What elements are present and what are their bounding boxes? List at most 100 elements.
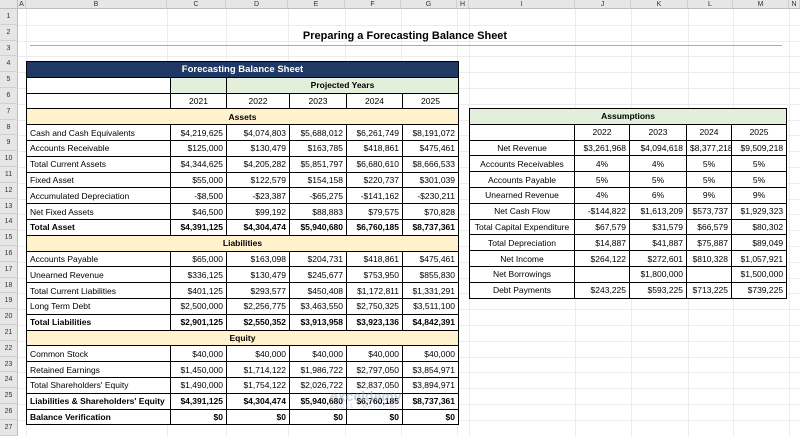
- row-header[interactable]: 4: [0, 56, 18, 73]
- value-cell[interactable]: 4%: [574, 155, 630, 173]
- value-cell[interactable]: $855,830: [402, 266, 459, 284]
- year-header[interactable]: 2023: [629, 123, 687, 141]
- value-cell[interactable]: $204,731: [289, 250, 347, 268]
- row-label[interactable]: Total Shareholders' Equity: [26, 376, 171, 394]
- value-cell[interactable]: $8,737,361: [402, 218, 459, 236]
- value-cell[interactable]: $4,842,391: [402, 313, 459, 331]
- value-cell[interactable]: 5%: [730, 171, 788, 188]
- select-all-corner[interactable]: [0, 0, 18, 9]
- value-cell[interactable]: $2,901,125: [170, 313, 227, 331]
- row-label[interactable]: Unearned Revenue: [26, 266, 171, 284]
- value-cell[interactable]: $40,000: [402, 345, 459, 363]
- value-cell[interactable]: 4%: [574, 186, 630, 204]
- value-cell[interactable]: $40,000: [170, 345, 227, 363]
- value-cell[interactable]: $401,125: [170, 282, 227, 299]
- row-header[interactable]: 2: [0, 24, 18, 41]
- value-cell[interactable]: $0: [402, 408, 459, 426]
- value-cell[interactable]: $2,500,000: [170, 297, 227, 315]
- value-cell[interactable]: -$230,211: [402, 187, 459, 205]
- row-header[interactable]: 26: [0, 404, 18, 420]
- value-cell[interactable]: 5%: [574, 171, 630, 188]
- value-cell[interactable]: $75,887: [686, 234, 732, 252]
- value-cell[interactable]: $1,057,921: [730, 250, 788, 267]
- row-header[interactable]: 21: [0, 325, 18, 341]
- row-header[interactable]: 16: [0, 246, 18, 262]
- value-cell[interactable]: $1,613,209: [629, 202, 687, 220]
- row-label[interactable]: Total Current Assets: [26, 155, 171, 173]
- value-cell[interactable]: $243,225: [574, 281, 630, 299]
- value-cell[interactable]: $0: [170, 408, 227, 426]
- value-cell[interactable]: $4,094,618: [629, 139, 687, 157]
- value-cell[interactable]: $5,940,680: [289, 218, 347, 236]
- value-cell[interactable]: $154,158: [289, 171, 347, 189]
- column-header[interactable]: I: [469, 0, 575, 9]
- row-label[interactable]: Cash and Cash Equivalents: [26, 124, 171, 141]
- balance-sheet-header[interactable]: Forecasting Balance Sheet: [26, 61, 459, 78]
- assumptions-header[interactable]: Assumptions: [468, 108, 788, 125]
- column-header[interactable]: K: [631, 0, 688, 9]
- row-header[interactable]: 24: [0, 372, 18, 389]
- value-cell[interactable]: 5%: [686, 171, 732, 188]
- row-header[interactable]: 8: [0, 119, 18, 136]
- row-header[interactable]: 19: [0, 293, 18, 310]
- value-cell[interactable]: $0: [289, 408, 347, 426]
- value-cell[interactable]: $3,923,136: [346, 313, 403, 331]
- value-cell[interactable]: $4,205,282: [226, 155, 290, 173]
- row-header[interactable]: 22: [0, 340, 18, 357]
- value-cell[interactable]: -$8,500: [170, 187, 227, 205]
- column-header[interactable]: D: [226, 0, 288, 9]
- value-cell[interactable]: 9%: [730, 186, 788, 204]
- value-cell[interactable]: $125,000: [170, 139, 227, 157]
- value-cell[interactable]: 5%: [730, 155, 788, 173]
- value-cell[interactable]: [686, 265, 732, 283]
- section-header[interactable]: Equity: [26, 329, 459, 347]
- value-cell[interactable]: $31,579: [629, 218, 687, 236]
- value-cell[interactable]: $2,550,352: [226, 313, 290, 331]
- year-header[interactable]: 2021: [170, 92, 227, 110]
- value-cell[interactable]: $40,000: [226, 345, 290, 363]
- value-cell[interactable]: $163,785: [289, 139, 347, 157]
- row-label[interactable]: Total Liabilities: [26, 313, 171, 331]
- blank-cell[interactable]: [26, 92, 171, 110]
- blank-cell[interactable]: [469, 123, 575, 141]
- column-header[interactable]: B: [26, 0, 167, 9]
- row-label[interactable]: Balance Verification: [26, 408, 171, 426]
- value-cell[interactable]: $8,377,218: [686, 139, 732, 157]
- value-cell[interactable]: $245,677: [289, 266, 347, 284]
- value-cell[interactable]: $8,191,072: [402, 124, 459, 141]
- assumption-label[interactable]: Accounts Receivables: [469, 155, 575, 173]
- row-label[interactable]: Total Current Liabilities: [26, 282, 171, 299]
- value-cell[interactable]: $5,688,012: [289, 124, 347, 141]
- value-cell[interactable]: $3,854,971: [402, 361, 459, 378]
- assumption-label[interactable]: Total Capital Expenditure: [469, 218, 575, 236]
- value-cell[interactable]: $0: [346, 408, 403, 426]
- value-cell[interactable]: [574, 265, 630, 283]
- value-cell[interactable]: $3,463,550: [289, 297, 347, 315]
- row-header[interactable]: 1: [0, 9, 18, 25]
- year-header[interactable]: 2025: [730, 123, 788, 141]
- value-cell[interactable]: $573,737: [686, 202, 732, 220]
- value-cell[interactable]: $739,225: [730, 281, 788, 299]
- value-cell[interactable]: $4,304,474: [226, 218, 290, 236]
- year-header[interactable]: 2024: [686, 123, 732, 141]
- row-header[interactable]: 23: [0, 356, 18, 373]
- assumption-label[interactable]: Unearned Revenue: [469, 186, 575, 204]
- row-label[interactable]: Common Stock: [26, 345, 171, 363]
- row-header[interactable]: 20: [0, 309, 18, 325]
- column-header[interactable]: H: [457, 0, 469, 9]
- row-header[interactable]: 11: [0, 167, 18, 183]
- assumption-label[interactable]: Net Revenue: [469, 139, 575, 157]
- value-cell[interactable]: $99,192: [226, 203, 290, 220]
- value-cell[interactable]: $1,500,000: [730, 265, 788, 283]
- value-cell[interactable]: $8,666,533: [402, 155, 459, 173]
- assumption-label[interactable]: Net Income: [469, 250, 575, 267]
- value-cell[interactable]: 9%: [686, 186, 732, 204]
- column-header[interactable]: C: [167, 0, 226, 9]
- value-cell[interactable]: $5,851,797: [289, 155, 347, 173]
- value-cell[interactable]: $272,601: [629, 250, 687, 267]
- value-cell[interactable]: $6,261,749: [346, 124, 403, 141]
- value-cell[interactable]: $4,304,474: [226, 392, 290, 410]
- value-cell[interactable]: $475,461: [402, 139, 459, 157]
- value-cell[interactable]: $3,511,100: [402, 297, 459, 315]
- value-cell[interactable]: $1,714,122: [226, 361, 290, 378]
